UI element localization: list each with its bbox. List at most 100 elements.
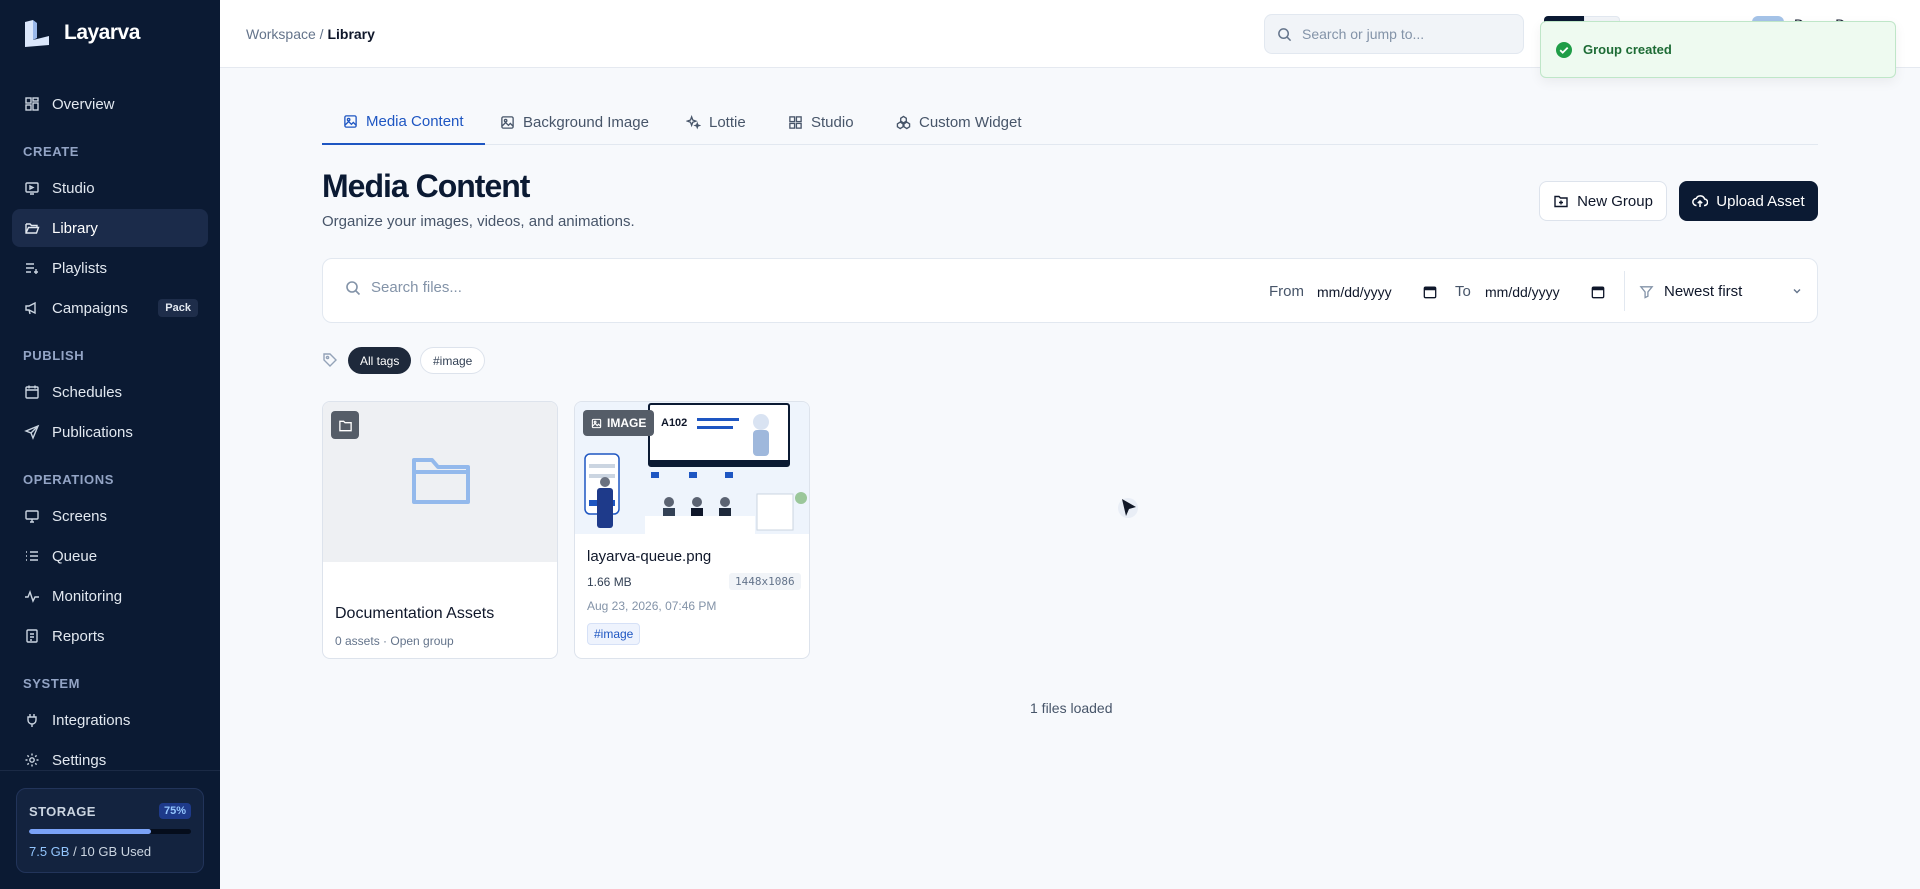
brand[interactable]: Layarva (22, 18, 140, 48)
widget-icon (896, 115, 911, 130)
sidebar-item-integrations[interactable]: Integrations (12, 701, 208, 739)
sidebar-item-label: Monitoring (52, 587, 123, 605)
tab-label: Custom Widget (919, 114, 1022, 131)
asset-card[interactable]: A102 IMAGE layarva-queue.png 1.66 MB 144… (574, 401, 810, 659)
tab-label: Media Content (366, 113, 464, 130)
filter-icon (1639, 285, 1654, 299)
breadcrumb-workspace[interactable]: Workspace (246, 26, 316, 42)
filter-bar: From mm/dd/yyyy To mm/dd/yyyy Newest fir… (322, 258, 1818, 323)
breadcrumb: Workspace / Library (246, 26, 375, 42)
sparkles-icon (686, 115, 701, 130)
pack-badge: Pack (158, 299, 198, 317)
sidebar-item-playlists[interactable]: Playlists (12, 249, 208, 287)
list-icon (26, 551, 38, 561)
sidebar-item-publications[interactable]: Publications (12, 413, 208, 451)
sort-value: Newest first (1664, 282, 1743, 300)
folder-icon (338, 420, 352, 431)
file-search-input[interactable] (371, 279, 871, 296)
tab-custom-widget[interactable]: Custom Widget (875, 100, 1043, 145)
new-group-label: New Group (1577, 192, 1653, 210)
tag-chip-all[interactable]: All tags (348, 347, 412, 374)
search-icon (1278, 27, 1292, 41)
storage-usage-text: 7.5 GB / 10 GB Used (29, 844, 191, 859)
gear-icon (25, 753, 39, 767)
studio-icon (25, 182, 39, 195)
asset-type-badge: IMAGE (583, 410, 655, 436)
sidebar-item-studio[interactable]: Studio (12, 169, 208, 207)
global-search[interactable] (1264, 14, 1524, 54)
calendar-icon[interactable] (1591, 285, 1605, 299)
mouse-cursor-icon (1118, 498, 1138, 518)
app-name: Layarva (64, 21, 140, 44)
storage-percent-badge: 75% (158, 803, 191, 819)
grid-icon (789, 116, 802, 129)
check-circle-icon (1556, 41, 1572, 58)
toast-message: Group created (1583, 42, 1672, 57)
to-date-input[interactable]: mm/dd/yyyy (1485, 281, 1605, 303)
folder-large-icon (412, 458, 470, 504)
sidebar-section-system: SYSTEM (23, 676, 81, 691)
sidebar-section-operations: OPERATIONS (23, 472, 114, 487)
toast-notification: Group created (1540, 21, 1896, 78)
sidebar-item-overview[interactable]: Overview (12, 85, 208, 123)
search-icon (346, 280, 361, 295)
sidebar-item-label: Overview (52, 95, 115, 113)
sort-select[interactable]: Newest first (1639, 271, 1803, 311)
megaphone-icon (25, 301, 36, 315)
tab-media-content[interactable]: Media Content (322, 100, 485, 145)
sidebar-item-monitoring[interactable]: Monitoring (12, 577, 208, 615)
sidebar-section-create: CREATE (23, 144, 80, 159)
sidebar-item-library[interactable]: Library (12, 209, 208, 247)
global-search-input[interactable] (1302, 26, 1502, 42)
files-loaded-status: 1 files loaded (1030, 700, 1113, 716)
sidebar-item-label: Queue (52, 547, 98, 565)
cloud-upload-icon (1692, 195, 1709, 207)
sidebar-item-reports[interactable]: Reports (12, 617, 208, 655)
from-date-input[interactable]: mm/dd/yyyy (1317, 281, 1437, 303)
sidebar-item-screens[interactable]: Screens (12, 497, 208, 535)
storage-widget: STORAGE 75% 7.5 GB / 10 GB Used (16, 788, 204, 873)
tag-chip-image[interactable]: #image (420, 347, 486, 374)
sidebar-item-queue[interactable]: Queue (12, 537, 208, 575)
group-card[interactable]: Documentation Assets 0 assets · Open gro… (322, 401, 558, 659)
asset-title: layarva-queue.png (587, 548, 712, 565)
sidebar-item-label: Publications (52, 423, 133, 441)
asset-tag[interactable]: #image (587, 623, 641, 645)
breadcrumb-separator: / (315, 26, 328, 42)
tab-studio[interactable]: Studio (767, 100, 875, 145)
group-title: Documentation Assets (335, 605, 495, 622)
new-group-button[interactable]: New Group (1539, 181, 1667, 221)
image-icon (591, 418, 602, 428)
file-search[interactable] (345, 279, 871, 296)
to-label: To (1455, 283, 1471, 300)
calendar-icon[interactable] (1423, 285, 1437, 299)
chevron-down-icon (1793, 289, 1801, 294)
tag-icon (323, 353, 337, 367)
calendar-icon (25, 385, 39, 399)
tab-background-image[interactable]: Background Image (479, 100, 670, 145)
filter-divider (1624, 271, 1625, 311)
sidebar-item-label: Library (52, 219, 98, 237)
tab-label: Studio (811, 114, 854, 131)
image-icon (344, 115, 357, 128)
sidebar-item-settings[interactable]: Settings (12, 741, 208, 779)
upload-asset-button[interactable]: Upload Asset (1679, 181, 1818, 221)
plug-icon (27, 714, 37, 727)
asset-type-label: IMAGE (607, 416, 647, 430)
grid-icon (25, 97, 39, 111)
upload-asset-label: Upload Asset (1716, 192, 1805, 210)
group-meta: 0 assets · Open group (335, 634, 454, 648)
tab-label: Background Image (523, 114, 649, 131)
report-icon (26, 629, 38, 643)
sidebar-item-campaigns[interactable]: Campaigns Pack (12, 289, 208, 327)
tab-label: Lottie (709, 114, 746, 131)
asset-date: Aug 23, 2026, 07:46 PM (587, 599, 717, 613)
activity-icon (25, 589, 39, 603)
thumbnail-room-label: A102 (661, 417, 687, 429)
sidebar-divider (0, 770, 220, 771)
layarva-logo-icon (25, 20, 49, 47)
from-date-value: mm/dd/yyyy (1317, 284, 1392, 300)
sidebar-item-schedules[interactable]: Schedules (12, 373, 208, 411)
folder-plus-icon (1554, 195, 1568, 208)
tab-lottie[interactable]: Lottie (665, 100, 767, 145)
